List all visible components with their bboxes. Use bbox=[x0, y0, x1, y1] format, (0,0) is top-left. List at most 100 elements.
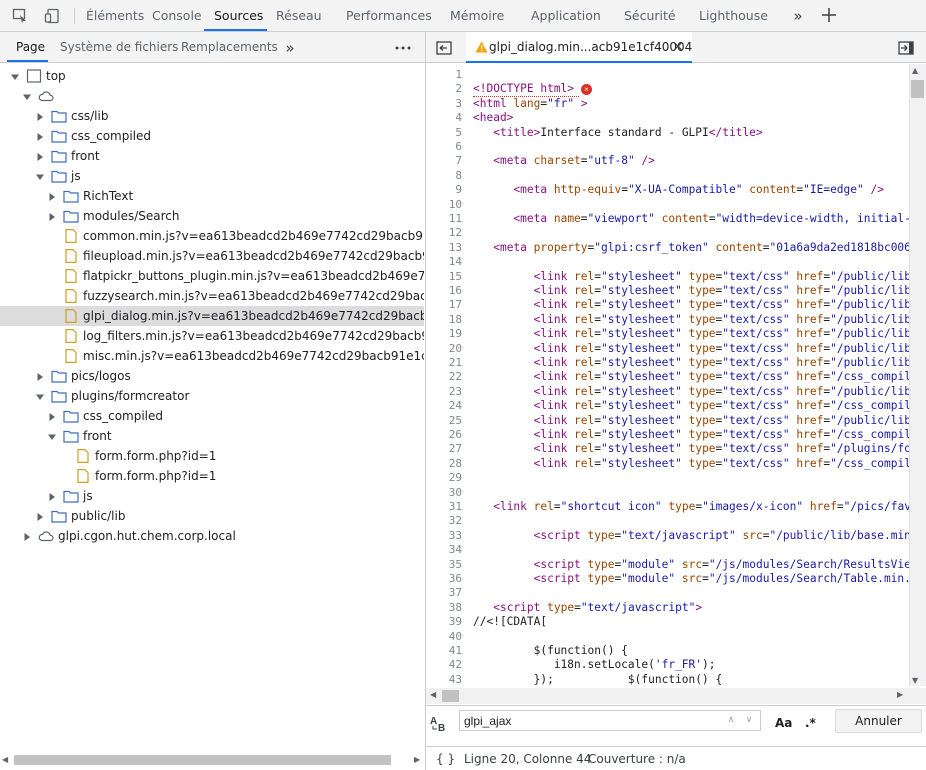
more-options-icon[interactable] bbox=[392, 38, 414, 58]
editor-scroll-thumb[interactable] bbox=[911, 80, 924, 98]
tree-item-file[interactable]: glpi_dialog.min.js?v=ea613beadcd2b469e77… bbox=[0, 306, 424, 326]
match-case-button[interactable]: Aa bbox=[775, 713, 792, 733]
device-toolbar-icon[interactable] bbox=[42, 6, 62, 26]
tree-item-file[interactable]: flatpickr_buttons_plugin.min.js?v=ea613b… bbox=[0, 266, 424, 286]
tab-4[interactable]: Performances bbox=[346, 0, 432, 31]
replace-toggle-icon[interactable]: AB bbox=[430, 714, 448, 732]
chevron-right-icon[interactable] bbox=[35, 131, 45, 141]
tab-0[interactable]: Éléments bbox=[86, 0, 144, 31]
code-token: <meta bbox=[513, 183, 554, 197]
tree-item-folder[interactable]: css/lib bbox=[0, 106, 424, 126]
tree-item-file[interactable]: fileupload.min.js?v=ea613beadcd2b469e774… bbox=[0, 246, 424, 266]
tree-item-label: form.form.php?id=1 bbox=[95, 469, 217, 483]
code-line: <link rel="stylesheet" type="text/css" h… bbox=[473, 356, 909, 370]
chevron-right-icon[interactable] bbox=[35, 151, 45, 161]
chevron-right-icon[interactable] bbox=[47, 191, 57, 201]
folder-icon bbox=[51, 129, 67, 143]
error-icon[interactable]: × bbox=[581, 84, 592, 95]
tree-item-frame[interactable]: top bbox=[0, 66, 424, 86]
line-number: 9 bbox=[455, 183, 462, 197]
editor-vertical-scrollbar[interactable] bbox=[909, 64, 926, 686]
tree-item-folder[interactable]: front bbox=[0, 426, 424, 446]
toggle-debugger-icon[interactable] bbox=[896, 38, 916, 58]
chevron-right-icon[interactable] bbox=[47, 491, 57, 501]
chevron-right-icon[interactable] bbox=[22, 531, 32, 541]
editor-scroll-left-icon[interactable]: ◀ bbox=[430, 690, 436, 699]
chevron-down-icon[interactable] bbox=[22, 91, 32, 101]
code-token: src bbox=[681, 557, 703, 571]
scroll-up-icon[interactable]: ▲ bbox=[912, 66, 918, 75]
tree-item-folder[interactable]: public/lib bbox=[0, 506, 424, 526]
pretty-print-button[interactable]: { } bbox=[436, 748, 455, 770]
chevron-right-icon[interactable] bbox=[47, 411, 57, 421]
code-token: "/js/modules/Search/ResultsView.js" bbox=[708, 557, 909, 571]
cancel-button[interactable]: Annuler bbox=[835, 709, 922, 733]
line-number: 24 bbox=[448, 399, 462, 413]
regex-button[interactable]: .* bbox=[805, 713, 816, 733]
chevron-right-icon[interactable] bbox=[35, 371, 45, 381]
scroll-right-icon[interactable]: ▶ bbox=[414, 755, 424, 765]
tree-item-file[interactable]: common.min.js?v=ea613beadcd2b469e7742cd2… bbox=[0, 226, 424, 246]
search-input[interactable] bbox=[459, 710, 761, 731]
tree-item-file[interactable]: fuzzysearch.min.js?v=ea613beadcd2b469e77… bbox=[0, 286, 424, 306]
close-tab-icon[interactable]: ✕ bbox=[671, 39, 685, 55]
navigator-tab-2[interactable]: Remplacements bbox=[181, 32, 278, 63]
search-next-icon[interactable]: ∨ bbox=[742, 712, 756, 728]
chevron-right-icon[interactable] bbox=[35, 511, 45, 521]
tree-item-folder[interactable]: RichText bbox=[0, 186, 424, 206]
tab-2[interactable]: Sources bbox=[214, 0, 263, 31]
coverage-status[interactable]: Couverture : n/a bbox=[588, 748, 686, 770]
more-tabs-icon[interactable]: » bbox=[788, 6, 808, 26]
code-token: rel bbox=[574, 442, 595, 456]
more-navigator-tabs-icon[interactable]: » bbox=[280, 38, 300, 58]
tree-item-folder[interactable]: css_compiled bbox=[0, 406, 424, 426]
tree-item-folder[interactable]: plugins/formcreator bbox=[0, 386, 424, 406]
tree-item-label: log_filters.min.js?v=ea613beadcd2b469e77… bbox=[83, 329, 424, 343]
tree-item-folder[interactable]: js bbox=[0, 166, 424, 186]
toggle-navigator-icon[interactable] bbox=[434, 38, 454, 58]
tab-8[interactable]: Lighthouse bbox=[699, 0, 768, 31]
tree-item-folder[interactable]: pics/logos bbox=[0, 366, 424, 386]
tab-1[interactable]: Console bbox=[152, 0, 202, 31]
scroll-down-icon[interactable]: ▼ bbox=[912, 676, 918, 685]
add-tab-icon[interactable] bbox=[818, 4, 840, 26]
scroll-left-icon[interactable]: ◀ bbox=[2, 755, 12, 765]
tab-6[interactable]: Application bbox=[531, 0, 601, 31]
chevron-down-icon[interactable] bbox=[35, 171, 45, 181]
tree-item-cloud[interactable]: glpi.cgon.hut.chem.corp.local bbox=[0, 526, 424, 546]
tree-item-folder[interactable]: js bbox=[0, 486, 424, 506]
line-number: 34 bbox=[448, 543, 462, 557]
tree-item-file[interactable]: form.form.php?id=1 bbox=[0, 446, 424, 466]
tree-item-file[interactable]: log_filters.min.js?v=ea613beadcd2b469e77… bbox=[0, 326, 424, 346]
tree-item-folder[interactable]: front bbox=[0, 146, 424, 166]
navigator-tab-0[interactable]: Page bbox=[16, 32, 45, 63]
tab-5[interactable]: Mémoire bbox=[450, 0, 504, 31]
code-token: type bbox=[688, 413, 716, 427]
chevron-right-icon[interactable] bbox=[35, 111, 45, 121]
chevron-down-icon[interactable] bbox=[47, 431, 57, 441]
tree-item-folder[interactable]: css_compiled bbox=[0, 126, 424, 146]
editor-scroll-right-icon[interactable]: ▶ bbox=[897, 690, 903, 699]
tree-item-cloud[interactable] bbox=[0, 86, 424, 106]
inspect-element-icon[interactable] bbox=[10, 6, 30, 26]
navigator-tab-1[interactable]: Système de fichiers bbox=[60, 32, 178, 63]
editor-hscroll-thumb[interactable] bbox=[442, 690, 459, 702]
code-area[interactable]: <!DOCTYPE html> <html lang="fr" > <head> <… bbox=[466, 64, 909, 686]
tree-item-folder[interactable]: modules/Search bbox=[0, 206, 424, 226]
chevron-down-icon[interactable] bbox=[10, 71, 20, 81]
tree-item-file[interactable]: misc.min.js?v=ea613beadcd2b469e7742cd29b… bbox=[0, 346, 424, 366]
tab-3[interactable]: Réseau bbox=[276, 0, 322, 31]
chevron-right-icon[interactable] bbox=[47, 211, 57, 221]
file-tab-label[interactable]: glpi_dialog.min...acb91e1cf40004 bbox=[489, 32, 692, 63]
chevron-down-icon[interactable] bbox=[35, 391, 45, 401]
search-previous-icon[interactable]: ∧ bbox=[724, 712, 738, 728]
tree-item-file[interactable]: form.form.php?id=1 bbox=[0, 466, 424, 486]
navigator-scroll-thumb[interactable] bbox=[14, 755, 391, 765]
editor-horizontal-scrollbar[interactable] bbox=[426, 688, 926, 704]
line-number: 2 bbox=[455, 82, 462, 96]
tab-7[interactable]: Sécurité bbox=[624, 0, 676, 31]
code-token: </title> bbox=[708, 125, 763, 139]
